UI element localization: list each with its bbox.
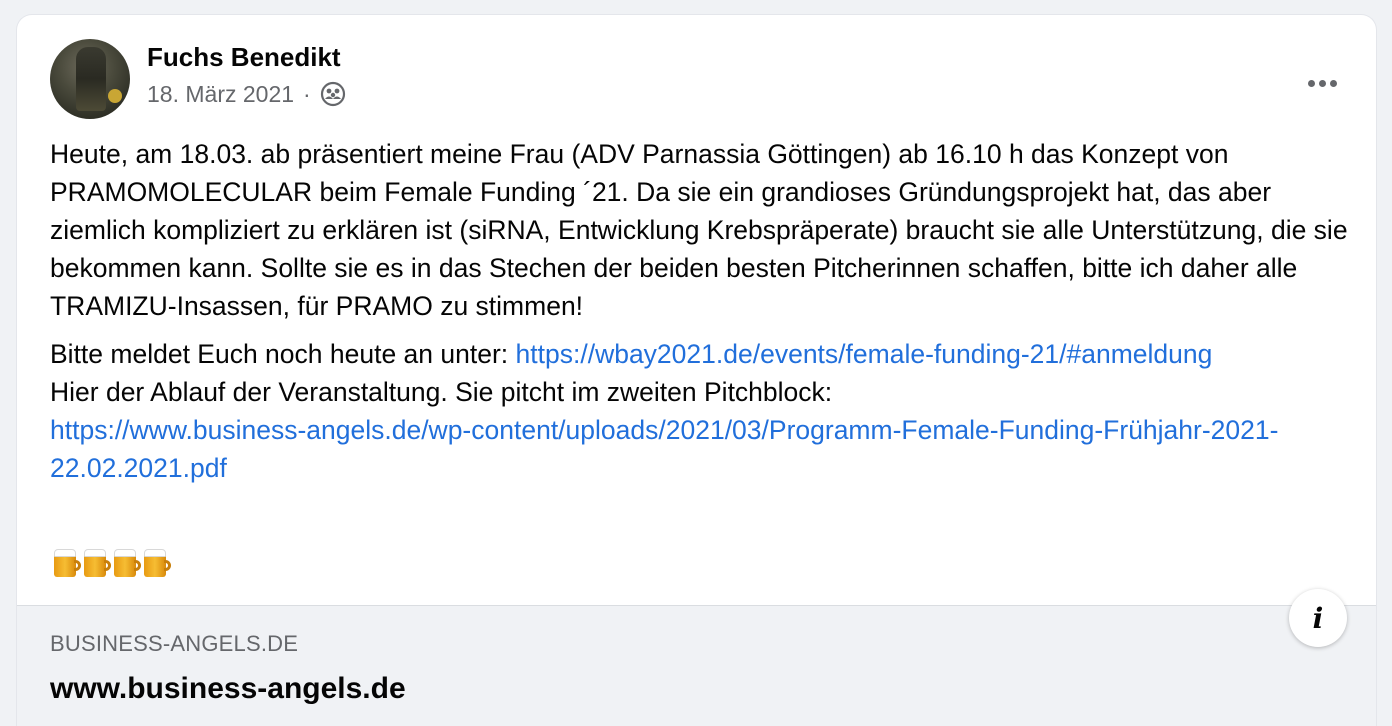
post-header: Fuchs Benedikt 18. März 2021 · [50, 39, 1340, 119]
more-options-icon[interactable] [1304, 73, 1340, 93]
friends-icon[interactable] [320, 81, 346, 107]
schedule-text: Hier der Ablauf der Veranstaltung. Sie p… [50, 377, 833, 407]
post-meta: 18. März 2021 · [147, 79, 346, 109]
preview-title[interactable]: www.business-angels.de [50, 670, 406, 708]
link-preview[interactable]: BUSINESS-ANGELS.DE www.business-angels.d… [17, 605, 1376, 726]
author-name[interactable]: Fuchs Benedikt [147, 41, 341, 73]
more-dot [1318, 79, 1326, 87]
post-card: Fuchs Benedikt 18. März 2021 · Heute, am… [16, 14, 1377, 726]
emoji-row [54, 549, 171, 577]
beer-mug-icon [114, 549, 141, 577]
post-text: Heute, am 18.03. ab präsentiert meine Fr… [50, 135, 1350, 487]
beer-mug-icon [54, 549, 81, 577]
avatar[interactable] [50, 39, 130, 119]
signup-text: Bitte meldet Euch noch heute an unter: [50, 339, 516, 369]
signup-link[interactable]: https://wbay2021.de/events/female-fundin… [516, 339, 1213, 369]
post-paragraph-links: Bitte meldet Euch noch heute an unter: h… [50, 335, 1350, 487]
post-paragraph: Heute, am 18.03. ab präsentiert meine Fr… [50, 139, 1348, 321]
more-dot [1329, 79, 1337, 87]
meta-separator: · [303, 81, 311, 107]
avatar-badge [108, 89, 122, 103]
program-pdf-link[interactable]: https://www.business-angels.de/wp-conten… [50, 415, 1278, 483]
post-date[interactable]: 18. März 2021 [147, 79, 294, 109]
beer-mug-icon [84, 549, 111, 577]
more-dot [1307, 79, 1315, 87]
preview-domain: BUSINESS-ANGELS.DE [50, 631, 299, 656]
info-icon[interactable]: i [1289, 589, 1347, 647]
beer-mug-icon [144, 549, 171, 577]
avatar-figure [76, 47, 106, 111]
